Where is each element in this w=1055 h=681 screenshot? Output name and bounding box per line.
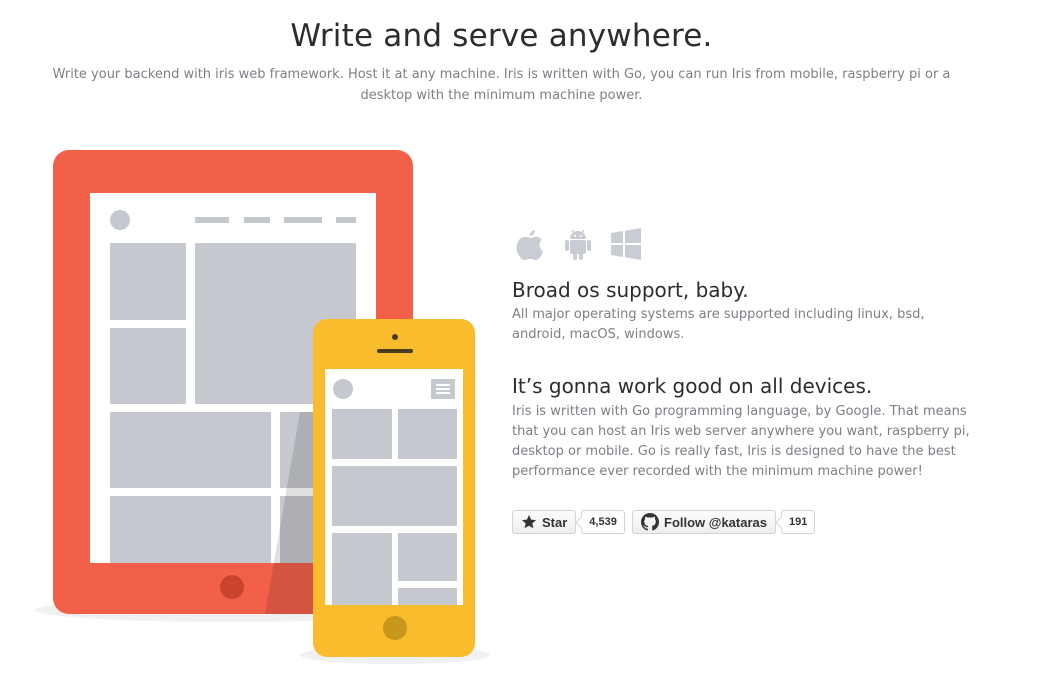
android-icon bbox=[565, 229, 591, 260]
follower-count[interactable]: 191 bbox=[780, 510, 816, 534]
windows-icon bbox=[611, 228, 641, 260]
os-support-text: All major operating systems are supporte… bbox=[512, 307, 925, 342]
star-count[interactable]: 4,539 bbox=[581, 510, 625, 534]
star-icon bbox=[522, 515, 536, 529]
github-follow-widget: Follow @kataras 191 bbox=[632, 509, 816, 535]
apple-icon bbox=[516, 230, 543, 260]
github-icon bbox=[641, 513, 659, 531]
phone-device bbox=[313, 319, 475, 657]
follow-label: Follow @kataras bbox=[664, 514, 767, 530]
os-support-title: Broad os support, baby. bbox=[512, 278, 749, 302]
devices-illustration bbox=[35, 150, 490, 664]
star-label: Star bbox=[542, 514, 568, 530]
devices-title: It’s gonna work good on all devices. bbox=[512, 374, 873, 398]
star-button[interactable]: Star bbox=[512, 510, 577, 534]
github-star-widget: Star 4,539 bbox=[512, 509, 625, 535]
devices-text: Iris is written with Go programming lang… bbox=[512, 404, 970, 479]
os-icons bbox=[513, 226, 643, 262]
follow-button[interactable]: Follow @kataras bbox=[632, 510, 776, 534]
